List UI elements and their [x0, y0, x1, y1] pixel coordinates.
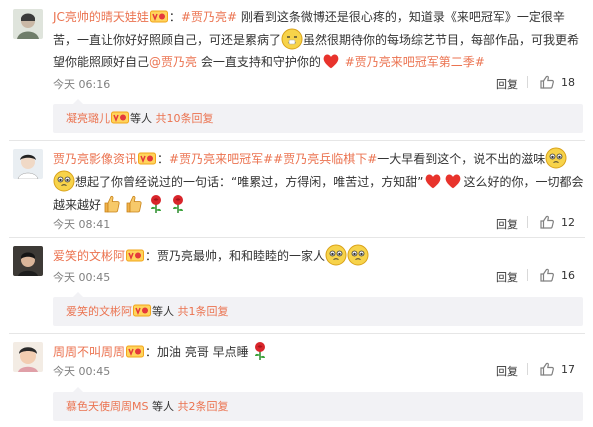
thumbs-up-icon: [539, 214, 555, 230]
avatar[interactable]: [13, 342, 43, 372]
divider: [527, 76, 528, 88]
comment-divider: [9, 237, 585, 238]
thumbs-up-emoji-icon: [123, 193, 145, 215]
reply-button[interactable]: 回复: [496, 76, 518, 92]
topic-link[interactable]: #贾乃亮#: [181, 10, 237, 24]
divider: [527, 216, 528, 228]
sub-reply-user[interactable]: 凝亮璐儿: [66, 112, 110, 125]
comment-meta: 今天 00:45 回复 16: [53, 267, 580, 285]
caret: [73, 292, 83, 297]
colon: ：: [145, 345, 158, 359]
pitiful-emoji-icon: [347, 244, 369, 266]
rose-emoji-icon: [249, 340, 271, 362]
sub-reply-count-link[interactable]: 共10条回复: [156, 112, 214, 125]
sub-reply-user[interactable]: 爱笑的文彬阿: [66, 305, 132, 318]
sub-reply-count-link[interactable]: 共2条回复: [177, 400, 228, 413]
thumbs-up-emoji-icon: [101, 193, 123, 215]
comment-time: 今天 00:45: [53, 271, 111, 284]
reply-button[interactable]: 回复: [496, 269, 518, 285]
sick-emoji-icon: [281, 28, 303, 50]
divider: [527, 363, 528, 375]
vip-badge-icon: [138, 152, 156, 165]
comment-text-part: 一大早看到这个，说不出的滋味: [377, 152, 546, 166]
sub-reply-user[interactable]: 慕色天使周周MS: [66, 400, 148, 413]
like-button[interactable]: 12: [539, 214, 575, 230]
rose-emoji-icon: [145, 193, 167, 215]
vip-badge-icon: [126, 345, 144, 358]
comment-text-part: 加油 亮哥 早点睡: [157, 345, 249, 359]
comment-text: 贾乃亮影像资讯 ：#贾乃亮来吧冠军##贾乃亮兵临棋下#一大早看到这个，说不出的滋味…: [53, 147, 585, 216]
avatar[interactable]: [13, 9, 43, 39]
thumbs-up-icon: [539, 267, 555, 283]
sub-reply-summary[interactable]: 凝亮璐儿 等人 共10条回复: [53, 99, 583, 133]
sub-reply-mid: 等人: [151, 400, 174, 413]
like-count: 18: [561, 75, 575, 89]
colon: ：: [168, 10, 181, 24]
pitiful-emoji-icon: [325, 244, 347, 266]
rose-emoji-icon: [167, 193, 189, 215]
sub-reply-count-link[interactable]: 共1条回复: [178, 305, 229, 318]
like-count: 16: [561, 268, 575, 282]
sub-reply-summary[interactable]: 爱笑的文彬阿 等人 共1条回复: [53, 292, 583, 326]
comment-time: 今天 08:41: [53, 218, 111, 231]
comment-text: 爱笑的文彬阿 ：贾乃亮最帅，和和睦睦的一家人: [53, 244, 585, 267]
thumbs-up-icon: [539, 74, 555, 90]
topic-link[interactable]: #贾乃亮来吧冠军第二季#: [345, 55, 485, 69]
reply-button[interactable]: 回复: [496, 216, 518, 232]
caret: [73, 99, 83, 104]
comment-time: 今天 06:16: [53, 78, 111, 91]
colon: ：: [157, 152, 170, 166]
comment-divider: [9, 333, 585, 334]
colon: ：: [145, 249, 158, 263]
comment-divider: [9, 140, 585, 141]
thumbs-up-icon: [539, 361, 555, 377]
comment-meta: 今天 06:16 回复 18: [53, 74, 580, 92]
like-button[interactable]: 17: [539, 361, 575, 377]
pitiful-emoji-icon: [545, 147, 567, 169]
comment-time: 今天 00:45: [53, 365, 111, 378]
topic-link[interactable]: #贾乃亮来吧冠军#: [169, 152, 273, 166]
comment-text-part: 想起了你曾经说过的一句话：“唯累过，方得闲，唯苦过，方知甜”: [75, 175, 424, 189]
like-count: 17: [561, 362, 575, 376]
comment-username[interactable]: 爱笑的文彬阿: [53, 249, 125, 263]
mention-link[interactable]: @贾乃亮: [149, 55, 197, 69]
sub-reply-summary[interactable]: 慕色天使周周MS 等人 共2条回复: [53, 387, 583, 421]
vip-badge-icon: [150, 10, 168, 23]
heart-emoji-icon: [423, 171, 443, 191]
comment-text-part: 贾乃亮最帅，和和睦睦的一家人: [157, 249, 326, 263]
vip-badge-icon: [111, 111, 129, 124]
comment-meta: 今天 08:41 回复 12: [53, 214, 580, 232]
sub-reply-mid: 等人: [130, 112, 152, 125]
heart-emoji-icon: [321, 51, 341, 71]
heart-emoji-icon: [443, 171, 463, 191]
topic-link[interactable]: #贾乃亮兵临棋下#: [273, 152, 377, 166]
comment-text-part: 会一直支持和守护你的: [197, 55, 321, 69]
comment-username[interactable]: 贾乃亮影像资讯: [53, 152, 137, 166]
comment-username[interactable]: JC亮帅的晴天娃娃: [53, 10, 149, 24]
pitiful-emoji-icon: [53, 170, 75, 192]
like-button[interactable]: 18: [539, 74, 575, 90]
vip-badge-icon: [126, 249, 144, 262]
comment-text: JC亮帅的晴天娃娃 ：#贾乃亮# 刚看到这条微博还是很心疼的，知道录《来吧冠军》一…: [53, 7, 585, 73]
like-count: 12: [561, 215, 575, 229]
divider: [527, 269, 528, 281]
caret: [73, 387, 83, 392]
like-button[interactable]: 16: [539, 267, 575, 283]
avatar[interactable]: [13, 149, 43, 179]
avatar[interactable]: [13, 246, 43, 276]
vip-badge-icon: [133, 304, 151, 317]
comment-meta: 今天 00:45 回复 17: [53, 361, 580, 379]
sub-reply-mid: 等人: [152, 305, 174, 318]
comment-username[interactable]: 周周不叫周周: [53, 345, 125, 359]
reply-button[interactable]: 回复: [496, 363, 518, 379]
comment-text: 周周不叫周周 ：加油 亮哥 早点睡: [53, 340, 585, 363]
